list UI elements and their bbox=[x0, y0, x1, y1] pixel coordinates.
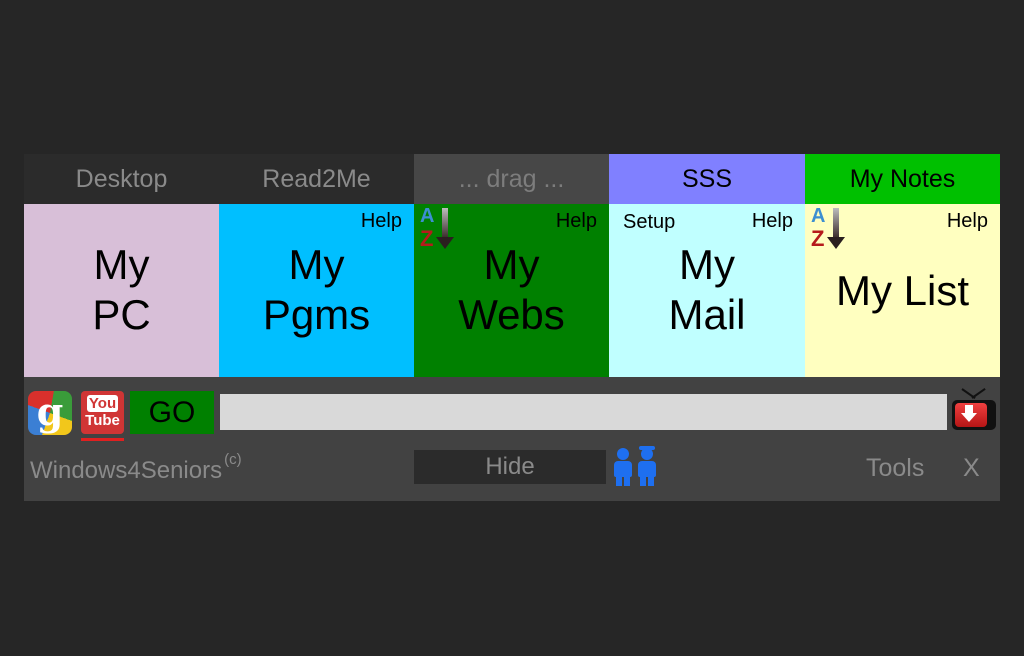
tile-my-pc[interactable]: My PC bbox=[24, 204, 219, 377]
arrow-head bbox=[827, 237, 845, 249]
arrow-down-icon bbox=[833, 208, 839, 238]
tab-read2me[interactable]: Read2Me bbox=[219, 154, 414, 204]
brand-label: Windows4Seniors (c) bbox=[30, 451, 242, 485]
tile-label-line: My bbox=[93, 241, 150, 288]
sort-a-glyph: A bbox=[420, 205, 435, 227]
download-arrow-icon bbox=[965, 405, 973, 413]
tv-download-icon[interactable] bbox=[952, 388, 998, 432]
youtube-icon[interactable]: You Tube bbox=[81, 391, 124, 434]
tile-label-line: Pgms bbox=[262, 291, 371, 338]
tile-my-mail-label: My Mail bbox=[609, 240, 805, 340]
tile-label-line: My bbox=[288, 241, 345, 288]
tile-my-pgms[interactable]: Help My Pgms bbox=[219, 204, 414, 377]
tile-my-pgms-label: My Pgms bbox=[219, 240, 414, 340]
sort-a-glyph: A bbox=[811, 205, 826, 227]
download-arrow-head bbox=[961, 413, 977, 422]
person-icon bbox=[612, 448, 634, 486]
go-button[interactable]: GO bbox=[130, 391, 214, 434]
sort-az-icon[interactable]: A Z bbox=[811, 206, 847, 252]
tile-row: My PC Help My Pgms A Z Help My Webs Setu… bbox=[24, 204, 1000, 377]
tile-my-webs-label: My Webs bbox=[414, 240, 609, 340]
search-input[interactable] bbox=[220, 394, 947, 430]
tile-my-mail[interactable]: Setup Help My Mail bbox=[609, 204, 805, 377]
close-button[interactable]: X bbox=[963, 454, 980, 483]
youtube-selected-indicator bbox=[81, 438, 124, 441]
youtube-tube: Tube bbox=[85, 412, 120, 429]
tile-label-line: Mail bbox=[668, 291, 746, 338]
tile-my-list-label: My List bbox=[835, 267, 969, 314]
google-search-icon[interactable]: g bbox=[28, 391, 72, 435]
hide-button[interactable]: Hide bbox=[414, 450, 606, 484]
google-glyph: g bbox=[36, 391, 64, 434]
brand-name: Windows4Seniors bbox=[30, 457, 223, 484]
drag-handle[interactable]: ... drag ... bbox=[414, 154, 609, 204]
people-icon[interactable] bbox=[610, 446, 666, 488]
tile-label-line: PC bbox=[92, 291, 151, 338]
tv-antenna bbox=[971, 388, 986, 399]
tab-row: Desktop Read2Me ... drag ... SSS My Note… bbox=[24, 154, 1000, 204]
sort-z-glyph: Z bbox=[811, 226, 825, 251]
youtube-you: You bbox=[86, 395, 119, 412]
person-icon bbox=[636, 446, 658, 486]
help-link[interactable]: Help bbox=[752, 210, 793, 233]
setup-link[interactable]: Setup bbox=[623, 211, 675, 234]
help-link[interactable]: Help bbox=[556, 210, 597, 233]
tile-label-line: Webs bbox=[458, 291, 565, 338]
help-link[interactable]: Help bbox=[947, 210, 988, 233]
tools-button[interactable]: Tools bbox=[866, 454, 924, 483]
tile-my-webs[interactable]: A Z Help My Webs bbox=[414, 204, 609, 377]
tile-my-pc-label: My PC bbox=[24, 240, 219, 340]
help-link[interactable]: Help bbox=[361, 210, 402, 233]
tile-label-line: My bbox=[483, 241, 540, 288]
tab-my-notes[interactable]: My Notes bbox=[805, 154, 1000, 204]
tab-sss[interactable]: SSS bbox=[609, 154, 805, 204]
launcher-panel: Desktop Read2Me ... drag ... SSS My Note… bbox=[24, 154, 1000, 501]
tile-my-list[interactable]: A Z Help My List bbox=[805, 204, 1000, 377]
arrow-down-icon bbox=[442, 208, 448, 238]
copyright-mark: (c) bbox=[224, 451, 242, 468]
tile-label-line: My bbox=[679, 241, 735, 288]
tab-desktop[interactable]: Desktop bbox=[24, 154, 219, 204]
